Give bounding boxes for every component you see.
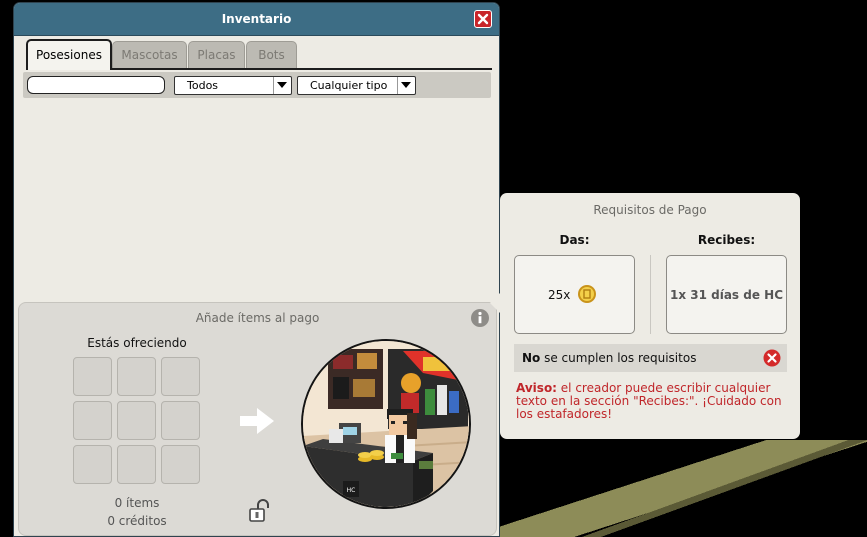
room-floor (500, 440, 867, 537)
tab-placas[interactable]: Placas (188, 41, 245, 69)
shop-scene-image: HC (303, 341, 469, 507)
give-box: 25x (514, 255, 635, 334)
give-amount: 25x (548, 288, 571, 302)
status-text: No se cumplen los requisitos (522, 351, 696, 365)
chevron-down-icon (397, 77, 415, 94)
receive-label: Recibes: (697, 233, 756, 247)
offer-slot[interactable] (73, 401, 112, 440)
filter-bar: Todos Cualquier tipo (23, 72, 491, 98)
search-input[interactable] (27, 76, 165, 94)
offer-title: Añade ítems al pago (195, 311, 320, 325)
requirements-status: No se cumplen los requisitos (514, 344, 787, 372)
column-divider (650, 255, 651, 334)
arrow-right-icon (240, 408, 274, 434)
items-count: 0 ítems (114, 496, 160, 510)
category-select[interactable]: Todos (174, 76, 292, 95)
info-icon[interactable] (470, 308, 490, 328)
scam-warning: Aviso: el creador puede escribir cualqui… (516, 382, 791, 421)
error-icon (763, 349, 781, 367)
status-rest: se cumplen los requisitos (540, 351, 697, 365)
offer-slot[interactable] (161, 401, 200, 440)
bubble-pointer (490, 293, 500, 313)
lock-icon[interactable] (248, 499, 270, 523)
offer-slot[interactable] (73, 357, 112, 396)
close-button[interactable] (474, 10, 492, 28)
type-select[interactable]: Cualquier tipo (297, 76, 416, 95)
shop-illustration: HC (301, 339, 471, 509)
offer-slot[interactable] (117, 445, 156, 484)
close-icon (477, 13, 489, 25)
floor-edge (500, 440, 867, 537)
tab-mascotas[interactable]: Mascotas (112, 41, 187, 69)
inventory-window: Inventario Posesiones Mascotas Placas Bo… (13, 2, 500, 537)
warning-bold: Aviso: (516, 381, 557, 395)
offer-slot[interactable] (117, 357, 156, 396)
requirements-title: Requisitos de Pago (593, 203, 707, 217)
credit-coin-icon (578, 285, 596, 303)
titlebar[interactable]: Inventario (14, 3, 499, 36)
offer-panel: Añade ítems al pago Estás ofreciendo 0 í… (18, 302, 497, 536)
window-title: Inventario (221, 12, 292, 26)
offer-slot[interactable] (73, 445, 112, 484)
offer-slot[interactable] (117, 401, 156, 440)
status-bold: No (522, 351, 541, 365)
category-select-value: Todos (187, 79, 219, 92)
tab-posesiones[interactable]: Posesiones (26, 39, 112, 70)
payment-requirements-panel: Requisitos de Pago Das: Recibes: 25x 1x … (490, 193, 800, 439)
credits-count: 0 créditos (107, 514, 167, 528)
chevron-down-icon (273, 77, 291, 94)
receive-text: 1x 31 días de HC (669, 288, 784, 302)
offer-slot-grid (73, 357, 205, 489)
offer-slot[interactable] (161, 445, 200, 484)
offering-label: Estás ofreciendo (87, 336, 187, 350)
receive-box: 1x 31 días de HC (666, 255, 787, 334)
offer-slot[interactable] (161, 357, 200, 396)
svg-text:HC: HC (347, 487, 356, 494)
tab-bots[interactable]: Bots (246, 41, 297, 69)
give-label: Das: (559, 233, 590, 247)
type-select-value: Cualquier tipo (310, 79, 388, 92)
